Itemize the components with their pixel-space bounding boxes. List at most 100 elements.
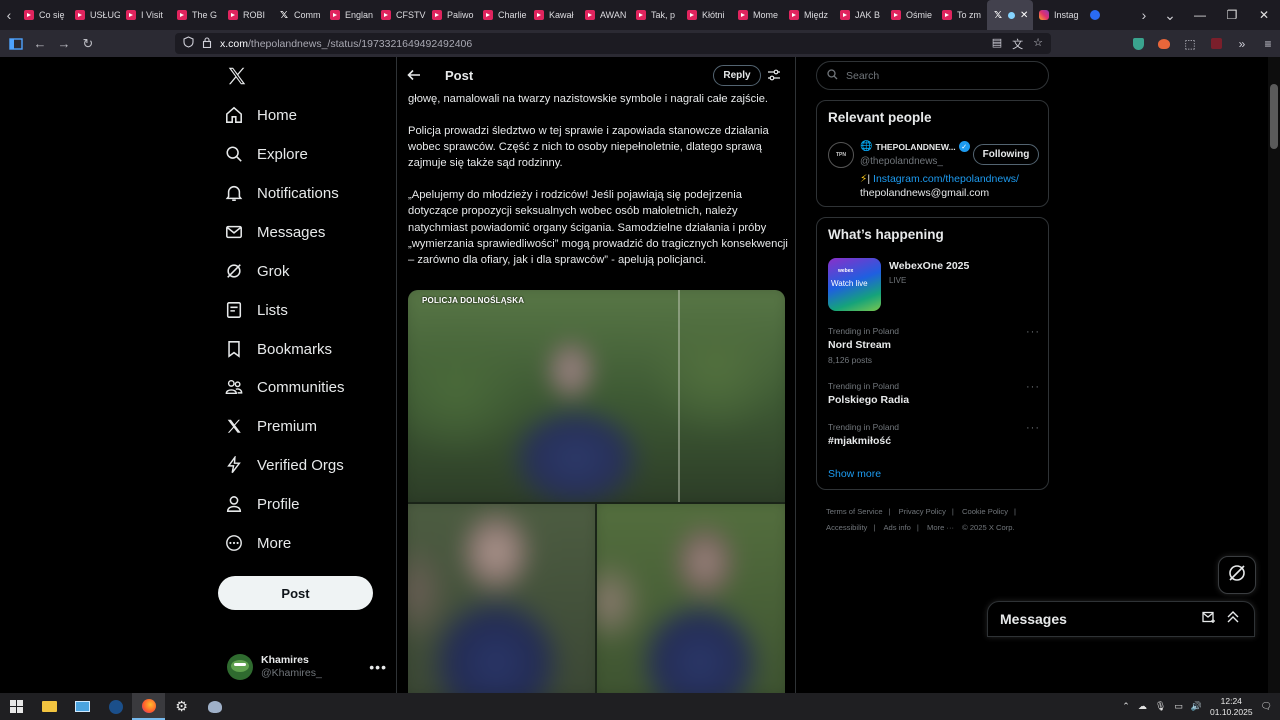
nav-item-communities[interactable]: Communities [225, 372, 345, 402]
reply-button[interactable]: Reply [713, 65, 761, 86]
page-scrollbar[interactable] [1268, 57, 1280, 693]
x-logo-icon[interactable] [226, 65, 248, 87]
browser-tab[interactable]: I Visit [120, 0, 171, 30]
tab-list-dropdown-icon[interactable]: ⌄ [1161, 0, 1179, 30]
reader-view-icon[interactable]: ▤ [992, 36, 1002, 52]
tray-chevron-icon[interactable]: ⌃ [1122, 701, 1130, 712]
event-title[interactable]: WebexOne 2025 [889, 260, 969, 272]
more-dots-icon[interactable]: ··· [1026, 422, 1040, 434]
new-message-icon[interactable] [1202, 610, 1216, 629]
reload-icon[interactable]: ↻ [76, 30, 100, 57]
minimize-icon[interactable]: — [1184, 0, 1216, 30]
browser-tab[interactable]: 𝕏 Comm [273, 0, 324, 30]
more-dots-icon[interactable]: ••• [369, 659, 387, 675]
browser-tab[interactable]: Międz [783, 0, 834, 30]
browser-tab[interactable]: CFSTV [375, 0, 426, 30]
post-photo[interactable] [597, 504, 785, 693]
post-photo[interactable] [408, 290, 785, 502]
browser-tab[interactable]: Charlie [477, 0, 528, 30]
browser-tab[interactable]: Ośmie [885, 0, 936, 30]
browser-tab[interactable]: Paliwo [426, 0, 477, 30]
browser-tab[interactable]: To zm [936, 0, 987, 30]
app-menu-icon[interactable]: ≡ [1258, 34, 1278, 54]
footer-link[interactable]: More ··· [927, 523, 954, 532]
back-icon[interactable]: ← [28, 30, 52, 57]
app-icon[interactable] [198, 693, 231, 720]
post-button[interactable]: Post [218, 576, 373, 610]
browser-tab[interactable]: Instag [1033, 0, 1084, 30]
show-more-link[interactable]: Show more [828, 468, 881, 480]
volume-icon[interactable]: 🔊 [1191, 701, 1202, 712]
account-switcher[interactable]: Khamires @Khamires_ ••• [227, 647, 387, 687]
microphone-icon[interactable]: 🎙 [1155, 701, 1166, 712]
nav-item-more[interactable]: More [225, 528, 291, 558]
footer-link[interactable]: Terms of Service [826, 507, 883, 516]
network-icon[interactable]: ▭ [1174, 701, 1183, 712]
expand-chevrons-icon[interactable] [1226, 610, 1240, 629]
search-input[interactable] [846, 69, 1026, 82]
bio-link[interactable]: Instagram.com/thepolandnews/ [873, 173, 1019, 185]
footer-link[interactable]: Ads info [883, 523, 910, 532]
bookmark-star-icon[interactable]: ☆ [1033, 36, 1043, 52]
extension-badge-icon[interactable] [1206, 34, 1226, 54]
avatar[interactable]: TPN [828, 142, 854, 168]
following-button[interactable]: Following [973, 144, 1039, 165]
event-thumbnail[interactable]: webex Watch live [828, 258, 881, 311]
browser-tab[interactable]: Kłótni [681, 0, 732, 30]
filter-icon[interactable] [767, 68, 781, 82]
notifications-icon[interactable]: 🗨 [1261, 701, 1272, 712]
steam-icon[interactable] [99, 693, 132, 720]
url-bar[interactable]: x.com/thepolandnews_/status/197332164949… [175, 33, 1051, 54]
grok-button[interactable] [1218, 556, 1256, 594]
post-media[interactable]: POLICJA DOLNOŚLĄSKA [408, 290, 785, 693]
sidebar-toggle-icon[interactable] [4, 30, 28, 57]
nav-item-bookmarks[interactable]: Bookmarks [225, 334, 332, 364]
nav-item-profile[interactable]: Profile [225, 489, 300, 519]
browser-tab[interactable]: Mome [732, 0, 783, 30]
onedrive-icon[interactable]: ☁ [1138, 701, 1147, 712]
nav-item-grok[interactable]: Grok [225, 256, 290, 286]
settings-gear-icon[interactable]: ⚙ [165, 693, 198, 720]
clock[interactable]: 12:24 01.10.2025 [1210, 696, 1253, 718]
tabs-scroll-right-icon[interactable]: › [1135, 0, 1153, 30]
post-photo[interactable] [408, 504, 595, 693]
trend-item[interactable]: Trending in Poland #mjakmiłość ··· [828, 422, 1040, 447]
browser-tab[interactable]: AWAN [579, 0, 630, 30]
extensions-icon[interactable]: ⬚ [1180, 34, 1200, 54]
nav-item-lists[interactable]: Lists [225, 295, 288, 325]
browser-tab[interactable] [1084, 0, 1135, 30]
relevant-person-handle[interactable]: @thepolandnews_ [860, 156, 943, 167]
tab-active[interactable]: 𝕏 ✕ [987, 0, 1033, 30]
nav-item-explore[interactable]: Explore [225, 139, 308, 169]
nav-item-messages[interactable]: Messages [225, 217, 325, 247]
browser-tab[interactable]: USŁUG [69, 0, 120, 30]
overflow-menu-icon[interactable]: » [1232, 34, 1252, 54]
browser-tab[interactable]: Englan [324, 0, 375, 30]
nav-item-home[interactable]: Home [225, 100, 297, 130]
forward-icon[interactable]: → [52, 30, 76, 57]
more-dots-icon[interactable]: ··· [1026, 381, 1040, 393]
footer-link[interactable]: Privacy Policy [899, 507, 946, 516]
extension-fox-icon[interactable] [1154, 34, 1174, 54]
nav-item-premium[interactable]: Premium [225, 411, 317, 441]
file-explorer-icon[interactable] [33, 693, 66, 720]
trend-item[interactable]: Trending in Poland Polskiego Radia ··· [828, 381, 1040, 406]
tabs-scroll-left-icon[interactable]: ‹ [0, 0, 18, 30]
browser-tab[interactable]: The G [171, 0, 222, 30]
more-dots-icon[interactable]: ··· [1026, 326, 1040, 338]
search-box[interactable] [816, 61, 1049, 90]
footer-link[interactable]: Cookie Policy [962, 507, 1008, 516]
messages-drawer[interactable]: Messages [987, 601, 1255, 637]
browser-tab[interactable]: Tak, p [630, 0, 681, 30]
browser-tab[interactable]: ROBI [222, 0, 273, 30]
footer-link[interactable]: Accessibility [826, 523, 867, 532]
shield-icon[interactable] [183, 36, 194, 51]
firefox-icon[interactable] [132, 693, 165, 720]
back-arrow-icon[interactable] [407, 69, 427, 81]
trend-item[interactable]: Trending in Poland Nord Stream 8,126 pos… [828, 326, 1040, 365]
nav-item-verified-orgs[interactable]: Verified Orgs [225, 450, 344, 480]
computer-icon[interactable] [66, 693, 99, 720]
restore-icon[interactable]: ❐ [1216, 0, 1248, 30]
browser-tab[interactable]: JAK B [834, 0, 885, 30]
close-window-icon[interactable]: ✕ [1248, 0, 1280, 30]
